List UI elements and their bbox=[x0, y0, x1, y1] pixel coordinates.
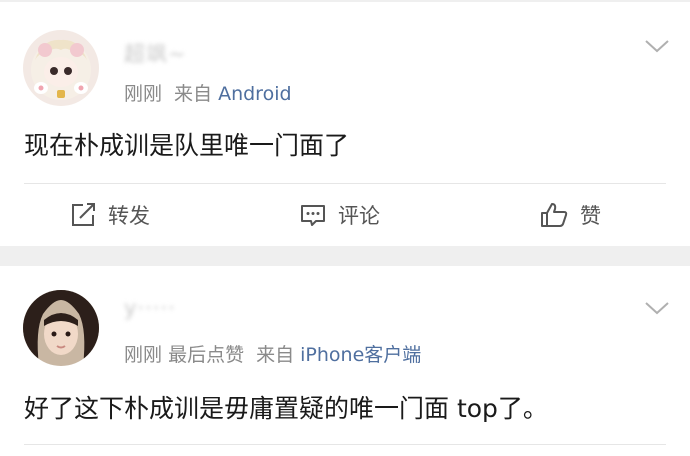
comment-button[interactable]: 评论 bbox=[300, 184, 380, 246]
post-card: y····· 刚刚 最后点赞 来自 iPhone客户端 好了这下朴成训是毋庸置疑的… bbox=[0, 266, 690, 456]
chevron-down-icon[interactable] bbox=[644, 300, 670, 316]
post-meta: 刚刚 来自 Android bbox=[124, 79, 292, 106]
post-time: 刚刚 bbox=[124, 344, 163, 366]
like-label: 赞 bbox=[580, 204, 601, 228]
chevron-down-icon[interactable] bbox=[644, 38, 670, 54]
like-icon bbox=[541, 203, 568, 227]
repost-button[interactable]: 转发 bbox=[70, 184, 150, 246]
source-link[interactable]: Android bbox=[218, 83, 291, 105]
post-time: 刚刚 bbox=[124, 83, 163, 105]
source-prefix: 来自 bbox=[256, 344, 295, 366]
action-bar: 转发 评论 赞 bbox=[0, 184, 690, 246]
avatar[interactable] bbox=[23, 290, 99, 366]
post-meta: 刚刚 最后点赞 来自 iPhone客户端 bbox=[124, 340, 421, 367]
username[interactable]: 超飒~ bbox=[124, 38, 187, 68]
repost-label: 转发 bbox=[108, 204, 150, 228]
post-text: 现在朴成训是队里唯一门面了 bbox=[24, 131, 350, 160]
like-button[interactable]: 赞 bbox=[540, 184, 601, 246]
comment-label: 评论 bbox=[338, 204, 380, 228]
post-text: 好了这下朴成训是毋庸置疑的唯一门面 top了。 bbox=[24, 394, 548, 423]
avatar[interactable] bbox=[23, 30, 99, 106]
divider bbox=[24, 444, 666, 445]
source-prefix: 来自 bbox=[174, 83, 213, 105]
liked-note: 最后点赞 bbox=[168, 344, 245, 366]
comment-icon bbox=[301, 205, 325, 226]
post-card: 超飒~ 刚刚 来自 Android 现在朴成训是队里唯一门面了 转发 评论 赞 bbox=[0, 2, 690, 246]
repost-icon bbox=[72, 203, 95, 226]
source-link[interactable]: iPhone客户端 bbox=[300, 344, 421, 366]
username[interactable]: y····· bbox=[124, 296, 176, 320]
